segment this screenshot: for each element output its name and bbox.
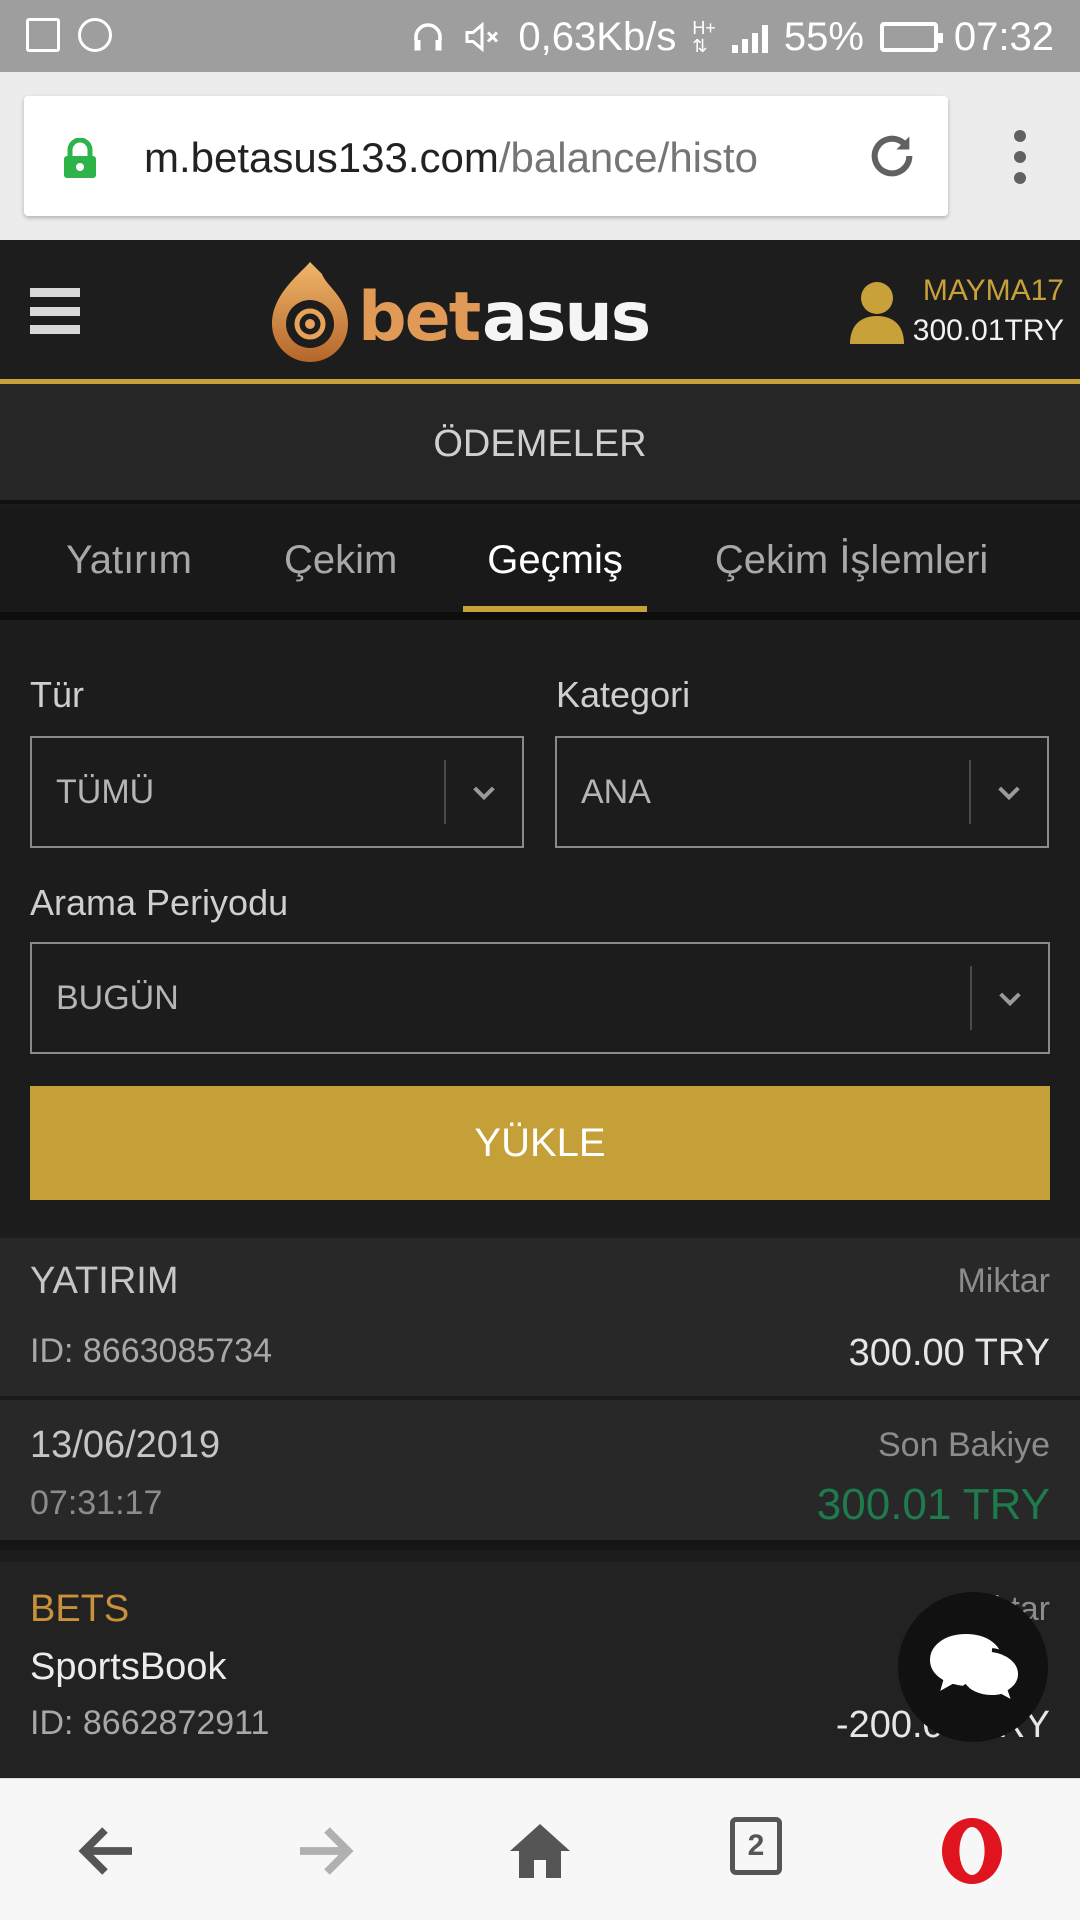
last-balance-label: Son Bakiye bbox=[878, 1426, 1050, 1464]
type-label: Tür bbox=[30, 674, 84, 715]
tabs-count-button[interactable]: 2 bbox=[730, 1817, 782, 1875]
chevron-down-icon bbox=[999, 992, 1021, 1007]
user-avatar-icon[interactable] bbox=[850, 280, 904, 344]
last-balance: 300.01 TRY bbox=[816, 1480, 1050, 1529]
transaction-row[interactable]: YATIRIM Miktar ID: 8663085734 300.00 TRY bbox=[0, 1238, 1080, 1398]
clock: 07:32 bbox=[953, 14, 1054, 59]
transaction-id: ID: 8662872911 bbox=[30, 1704, 270, 1742]
network-speed: 0,63Kb/s bbox=[518, 14, 677, 59]
opera-menu-icon[interactable] bbox=[936, 1815, 1008, 1887]
browser-bottom-nav: 2 bbox=[0, 1778, 1080, 1920]
period-label: Arama Periyodu bbox=[30, 882, 289, 923]
tab-history[interactable]: Geçmiş bbox=[463, 508, 647, 612]
forward-arrow-icon[interactable] bbox=[288, 1815, 360, 1887]
transaction-id: ID: 8663085734 bbox=[30, 1332, 272, 1370]
home-icon[interactable] bbox=[504, 1815, 576, 1887]
transaction-time: 07:31:17 bbox=[30, 1484, 163, 1522]
battery-icon bbox=[879, 22, 943, 52]
transaction-date: 13/06/2019 bbox=[30, 1424, 221, 1466]
reload-icon[interactable] bbox=[866, 130, 918, 182]
select-divider bbox=[969, 760, 971, 824]
lock-icon bbox=[64, 138, 96, 178]
period-select-value: BUGÜN bbox=[56, 979, 179, 1017]
transaction-type: BETS bbox=[30, 1588, 130, 1630]
svg-text:bet: bet bbox=[358, 278, 480, 357]
period-select[interactable]: BUGÜN bbox=[30, 942, 1050, 1054]
url-path: /balance/histo bbox=[498, 134, 759, 181]
mute-icon bbox=[465, 21, 499, 53]
header-balance: 300.01TRY bbox=[912, 314, 1064, 347]
transaction-subtype: SportsBook bbox=[30, 1646, 227, 1688]
chevron-down-icon bbox=[473, 786, 495, 801]
browser-menu-icon[interactable] bbox=[1014, 130, 1028, 184]
hplus-icon: H+ ⇅ bbox=[692, 18, 716, 56]
chevron-down-icon bbox=[998, 786, 1020, 801]
filter-form: Tür TÜMÜ Kategori ANA Arama Periyodu BUG… bbox=[0, 628, 1080, 1230]
battery-percent: 55% bbox=[783, 14, 864, 59]
category-select[interactable]: ANA bbox=[555, 736, 1049, 848]
tab-withdraw-operations[interactable]: Çekim İşlemleri bbox=[715, 508, 988, 612]
select-divider bbox=[444, 760, 446, 824]
browser-toolbar: m.betasus133.com/balance/histo bbox=[0, 72, 1080, 240]
url-domain: m.betasus133.com bbox=[144, 134, 499, 181]
transaction-detail-row: 13/06/2019 Son Bakiye 07:31:17 300.01 TR… bbox=[0, 1400, 1080, 1550]
category-select-value: ANA bbox=[581, 773, 651, 811]
select-divider bbox=[970, 966, 972, 1030]
type-select[interactable]: TÜMÜ bbox=[30, 736, 524, 848]
headphones-icon bbox=[414, 23, 443, 51]
payments-tabs: Yatırım Çekim Geçmiş Çekim İşlemleri bbox=[0, 508, 1080, 620]
betasus-logo[interactable]: bet asus bbox=[260, 254, 680, 370]
signal-icon bbox=[731, 21, 768, 53]
type-select-value: TÜMÜ bbox=[56, 773, 155, 811]
transaction-type: YATIRIM bbox=[30, 1260, 179, 1302]
hamburger-menu-icon[interactable] bbox=[30, 288, 80, 334]
load-button[interactable]: YÜKLE bbox=[30, 1086, 1050, 1200]
site-header: bet asus MAYMA17 300.01TRY bbox=[0, 240, 1080, 384]
live-chat-button[interactable] bbox=[898, 1592, 1048, 1742]
page-title: ÖDEMELER bbox=[0, 384, 1080, 504]
address-bar[interactable]: m.betasus133.com/balance/histo bbox=[24, 96, 948, 216]
svg-text:asus: asus bbox=[482, 278, 649, 357]
transaction-amount: 300.00 TRY bbox=[848, 1332, 1050, 1374]
chat-bubbles-icon bbox=[925, 1629, 1023, 1708]
category-label: Kategori bbox=[556, 674, 691, 715]
back-arrow-icon[interactable] bbox=[72, 1815, 144, 1887]
gallery-icon bbox=[26, 18, 60, 52]
username[interactable]: MAYMA17 bbox=[923, 274, 1064, 308]
url-text[interactable]: m.betasus133.com/balance/histo bbox=[144, 134, 852, 182]
status-bar: 0,63Kb/s H+ ⇅ 55% 07:32 bbox=[0, 0, 1080, 72]
sync-icon bbox=[78, 18, 112, 52]
tab-withdraw[interactable]: Çekim bbox=[284, 508, 397, 612]
amount-label: Miktar bbox=[957, 1262, 1050, 1300]
tab-deposit[interactable]: Yatırım bbox=[66, 508, 192, 612]
